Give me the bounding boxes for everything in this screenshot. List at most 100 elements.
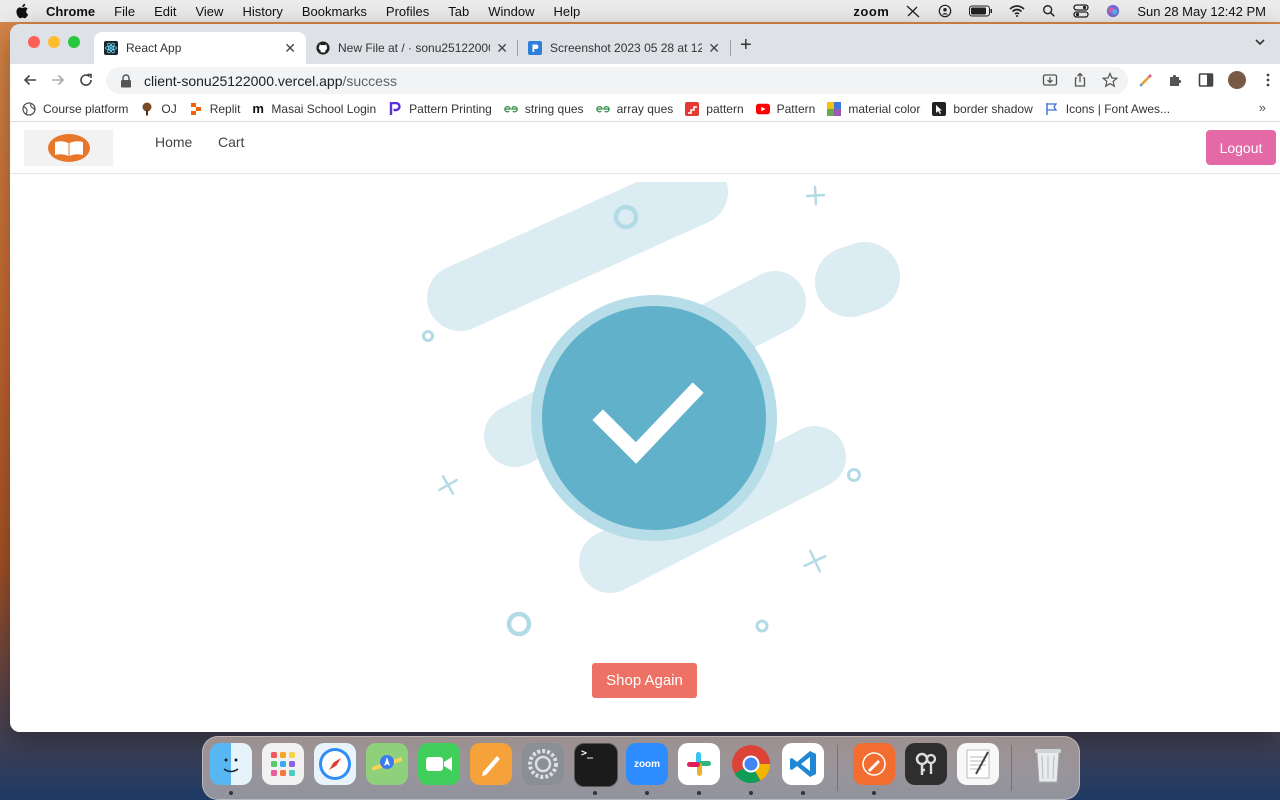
bookmark-pattern-printing[interactable]: Pattern Printing [388,101,492,116]
bookmark-course-platform[interactable]: Course platform [22,102,128,116]
reload-icon[interactable] [78,72,94,88]
menu-history[interactable]: History [242,4,282,19]
zoom-window-button[interactable] [68,36,80,48]
shop-again-button[interactable]: Shop Again [592,663,697,698]
bookmark-material-color[interactable]: material color [827,101,920,116]
dock-vscode-icon[interactable] [782,743,824,785]
running-indicator [593,791,597,795]
tab-strip: React App ✕ New File at / · sonu25122000… [10,24,1280,64]
macos-menu-bar: Chrome File Edit View History Bookmarks … [0,0,1280,22]
url-host: client-sonu25122000.vercel.app [144,72,343,89]
dock-system-preferences-icon[interactable] [522,743,564,785]
menu-bar-status-area: zoom Sun 28 May 12:42 PM [853,0,1266,22]
apple-icon[interactable] [14,2,32,20]
menu-bookmarks[interactable]: Bookmarks [302,4,367,19]
menu-profiles[interactable]: Profiles [386,4,429,19]
lock-icon[interactable] [120,73,132,88]
back-arrow-icon[interactable] [22,72,38,88]
extension-area [1138,71,1276,89]
install-app-icon[interactable] [1042,72,1058,88]
bookmark-star-icon[interactable] [1102,72,1118,88]
menu-view[interactable]: View [195,4,223,19]
cursor-icon [932,101,947,116]
chevron-down-icon[interactable] [1254,36,1266,48]
tab-react-app[interactable]: React App ✕ [94,32,306,64]
menu-window[interactable]: Window [488,4,534,19]
running-indicator [872,791,876,795]
macos-dock: >_ zoom [202,736,1080,800]
bookmarks-overflow-button[interactable]: » [1259,100,1266,115]
user-circle-icon[interactable] [937,4,953,18]
bookmark-pattern[interactable]: pattern [685,101,744,116]
more-options-icon[interactable] [1260,72,1276,88]
forward-arrow-icon[interactable] [50,72,66,88]
browser-window: React App ✕ New File at / · sonu25122000… [10,24,1280,732]
dock-postman-icon[interactable] [853,743,895,785]
color-picker-extension-icon[interactable] [1138,72,1154,88]
menu-tab[interactable]: Tab [448,4,469,19]
menu-file[interactable]: File [114,4,135,19]
dock-zoom-icon[interactable]: zoom [626,743,668,785]
control-center-icon[interactable] [1073,4,1090,18]
logout-button[interactable]: Logout [1206,130,1276,165]
dock-facetime-icon[interactable] [418,743,460,785]
dock-safari-icon[interactable] [314,743,356,785]
dock-pages-icon[interactable] [470,743,512,785]
site-logo[interactable] [24,130,113,166]
tab-github-new-file[interactable]: New File at / · sonu25122000/b ✕ [306,32,518,64]
masai-icon: m [252,100,264,116]
bookmark-label: OJ [161,101,177,116]
dock-textedit-icon[interactable] [957,743,999,785]
puzzle-extensions-icon[interactable] [1168,72,1184,88]
tree-icon [142,102,152,115]
side-panel-icon[interactable] [1198,72,1214,88]
dock-slack-icon[interactable] [678,743,720,785]
siri-icon[interactable] [1105,4,1121,18]
bookmark-font-awesome-icons[interactable]: Icons | Font Awes... [1045,102,1170,116]
close-tab-icon[interactable]: ✕ [284,40,296,57]
menu-help[interactable]: Help [554,4,581,19]
menu-edit[interactable]: Edit [154,4,176,19]
dock-keychain-icon[interactable] [905,743,947,785]
bookmark-border-shadow[interactable]: border shadow [932,101,1033,116]
dock-chrome-icon[interactable] [730,743,772,785]
bookmark-array-ques[interactable]: array ques [595,102,673,116]
minimize-window-button[interactable] [48,36,60,48]
pen-slash-icon[interactable] [905,4,921,18]
nav-cart-link[interactable]: Cart [218,134,244,150]
zoom-status-item[interactable]: zoom [853,4,889,19]
dock-finder-icon[interactable] [210,743,252,785]
bookmark-replit[interactable]: Replit [189,102,240,116]
close-tab-icon[interactable]: ✕ [708,40,720,57]
dock-trash-icon[interactable] [1027,743,1069,785]
dock-launchpad-icon[interactable] [262,743,304,785]
postimages-icon [528,41,542,55]
bookmark-pattern-youtube[interactable]: Pattern [755,102,815,116]
dock-separator [1011,745,1012,791]
bookmark-masai-school-login[interactable]: m Masai School Login [252,100,376,116]
globe-icon [22,101,36,116]
tab-screenshot[interactable]: Screenshot 2023 05 28 at 12 4 ✕ [518,32,730,64]
close-tab-icon[interactable]: ✕ [496,40,508,57]
p-icon [389,101,401,115]
web-page: Home Cart Logout Shop Again [10,122,1280,732]
wifi-icon[interactable] [1009,4,1025,18]
spotlight-search-icon[interactable] [1041,4,1057,18]
flag-icon [1046,102,1057,115]
address-bar[interactable]: client-sonu25122000.vercel.app/success [106,67,1128,94]
new-tab-icon[interactable]: + [740,34,752,57]
dock-terminal-icon[interactable]: >_ [574,743,618,787]
share-icon[interactable] [1072,72,1088,88]
menu-app-name[interactable]: Chrome [46,4,95,19]
menu-clock[interactable]: Sun 28 May 12:42 PM [1137,4,1266,19]
running-indicator [697,791,701,795]
check-badge [531,295,777,541]
dock-maps-icon[interactable] [366,743,408,785]
profile-avatar[interactable] [1228,71,1246,89]
bookmark-oj[interactable]: OJ [140,101,177,116]
battery-icon[interactable] [969,4,993,18]
nav-home-link[interactable]: Home [155,134,192,150]
bookmark-label: Icons | Font Awes... [1065,101,1171,116]
bookmark-string-ques[interactable]: string ques [504,102,584,116]
close-window-button[interactable] [28,36,40,48]
